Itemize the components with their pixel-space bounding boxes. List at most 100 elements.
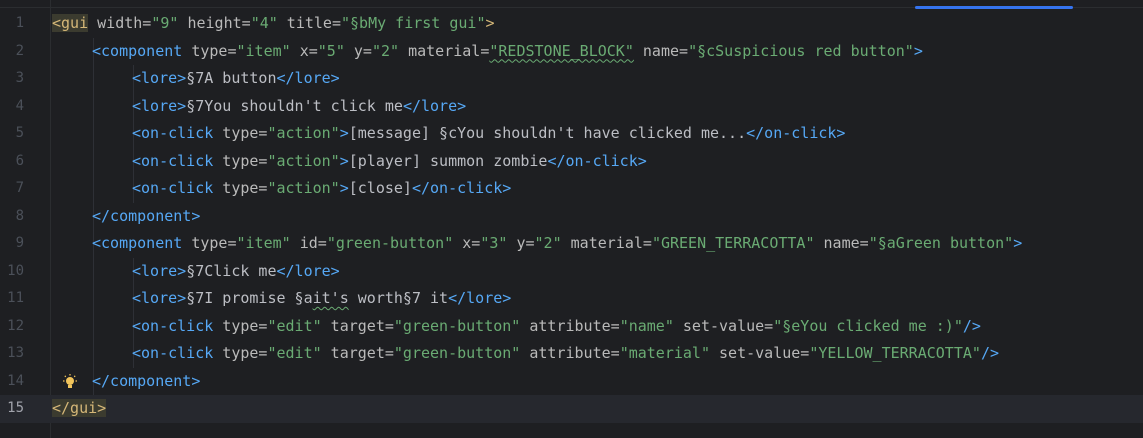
code-token: width= [88, 14, 152, 32]
line-number: 2 [15, 42, 24, 59]
code-token: target= [321, 316, 394, 335]
code-token: <lore> [132, 69, 187, 87]
code-token: > [339, 151, 349, 170]
code-token: "material" [619, 344, 710, 362]
code-line[interactable]: 9 <component type="item" id="green-button… [0, 230, 1143, 258]
code-token: name= [633, 41, 689, 60]
code-token: set-value= [673, 316, 774, 335]
code-token: [message] §cYou shouldn't have clicked m… [348, 124, 747, 142]
code-line[interactable]: 3 <lore>§7A button</lore> [0, 65, 1143, 93]
code-token: type= [213, 344, 268, 362]
code-token: "green-button" [326, 234, 454, 252]
code-token: worth§7 it [348, 289, 449, 307]
code-line[interactable]: 14 </component> [0, 367, 1143, 396]
code-token: "2" [534, 234, 562, 252]
code-token: <gui [52, 14, 89, 32]
line-number: 13 [7, 345, 24, 361]
code-token: "action" [267, 179, 340, 197]
code-token: <on-click [132, 124, 214, 142]
code-editor[interactable]: 1 <gui width="9" height="4" title="§bMy f… [0, 0, 1143, 438]
code-token: "5" [317, 41, 345, 60]
code-line[interactable]: 1 <gui width="9" height="4" title="§bMy f… [0, 10, 1143, 38]
code-token: <on-click [132, 151, 214, 170]
code-text[interactable]: <component type="item" x="5" y="2" mater… [92, 38, 923, 66]
code-text[interactable]: <lore>§7You shouldn't click me</lore> [132, 93, 466, 121]
horizontal-scroll-indicator[interactable] [915, 6, 1073, 9]
code-token: "action" [267, 124, 340, 142]
code-token: > [339, 124, 349, 142]
code-token: </lore> [448, 289, 512, 307]
code-text[interactable]: <gui width="9" height="4" title="§bMy fi… [52, 10, 495, 38]
code-text[interactable]: </component> [92, 368, 200, 396]
code-line[interactable]: 5 <on-click type="action">[message] §cYou… [0, 120, 1143, 148]
code-token: <lore> [132, 261, 187, 280]
code-token: </lore> [402, 96, 467, 115]
code-token: y= [507, 234, 535, 252]
code-text[interactable]: <component type="item" id="green-button"… [92, 230, 1022, 258]
code-token: material= [399, 41, 490, 60]
code-text[interactable]: <on-click type="action">[message] §cYou … [132, 120, 845, 148]
code-token: "9" [151, 14, 179, 32]
code-token: </on-click> [411, 179, 512, 197]
lightbulb-icon[interactable] [61, 373, 79, 390]
code-line[interactable]: 8 </component> [0, 202, 1143, 231]
code-text[interactable]: <on-click type="edit" target="green-butt… [132, 340, 999, 368]
code-text[interactable]: <lore>§7Click me</lore> [132, 258, 340, 286]
code-line[interactable]: 11 <lore>§7I promise §ait's worth§7 it</l… [0, 285, 1143, 313]
code-text[interactable]: <on-click type="action">[player] summon … [132, 148, 647, 176]
code-token: </lore> [276, 261, 340, 280]
code-token: "§cSuspicious red button" [688, 41, 914, 60]
code-token: id= [290, 234, 327, 252]
code-text[interactable]: <on-click type="action">[close]</on-clic… [132, 175, 511, 203]
line-number: 7 [15, 180, 24, 196]
code-token: </component> [92, 206, 201, 225]
code-token: > [1013, 234, 1023, 252]
indent-guide [93, 257, 94, 285]
code-token: <lore> [132, 289, 187, 307]
line-number: 10 [7, 262, 24, 279]
code-text[interactable]: </gui> [52, 395, 107, 423]
code-token: attribute= [520, 344, 620, 362]
line-number: 12 [7, 317, 24, 334]
code-token: target= [321, 344, 394, 362]
line-number: 5 [15, 125, 24, 141]
code-token: > [485, 14, 495, 32]
code-token: type= [213, 316, 268, 335]
code-token: <on-click [132, 316, 214, 335]
code-line[interactable]: 15 </gui> [0, 395, 1143, 423]
code-token: <on-click [132, 344, 214, 362]
code-token: attribute= [520, 316, 620, 335]
code-token: §7I promise §a [186, 289, 313, 307]
code-token: "action" [267, 151, 340, 170]
code-lines[interactable]: 1 <gui width="9" height="4" title="§bMy f… [0, 10, 1143, 423]
code-token: <component [92, 234, 183, 252]
code-text[interactable]: <on-click type="edit" target="green-butt… [132, 313, 981, 341]
code-line[interactable]: 10 <lore>§7Click me</lore> [0, 257, 1143, 286]
code-token: "2" [371, 41, 400, 60]
line-number: 3 [15, 70, 24, 86]
code-token: "item" [236, 234, 291, 252]
code-token: §7Click me [186, 261, 277, 280]
code-token: "item" [236, 41, 291, 60]
code-token: <component [92, 41, 183, 60]
code-token: "§aGreen button" [868, 234, 1014, 252]
indent-guide [93, 92, 94, 120]
code-token: y= [344, 41, 372, 60]
code-token: "3" [480, 234, 508, 252]
code-line[interactable]: 4 <lore>§7You shouldn't click me</lore> [0, 92, 1143, 121]
code-token: "§bMy first gui" [341, 14, 486, 32]
code-token: </component> [92, 371, 201, 390]
code-line[interactable]: 12 <on-click type="edit" target="green-bu… [0, 312, 1143, 341]
code-line[interactable]: 13 <on-click type="edit" target="green-bu… [0, 340, 1143, 368]
code-line[interactable]: 2 <component type="item" x="5" y="2" mate… [0, 37, 1143, 66]
code-token: x= [290, 41, 318, 60]
code-text[interactable]: <lore>§7I promise §ait's worth§7 it</lor… [132, 285, 511, 313]
code-line[interactable]: 6 <on-click type="action">[player] summon… [0, 147, 1143, 176]
code-token: "edit" [267, 344, 322, 362]
code-text[interactable]: <lore>§7A button</lore> [132, 65, 340, 93]
line-number: 14 [7, 372, 24, 389]
code-text[interactable]: </component> [92, 203, 200, 231]
code-line[interactable]: 7 <on-click type="action">[close]</on-cli… [0, 175, 1143, 203]
code-token: /> [962, 316, 981, 335]
code-token: type= [213, 151, 268, 170]
